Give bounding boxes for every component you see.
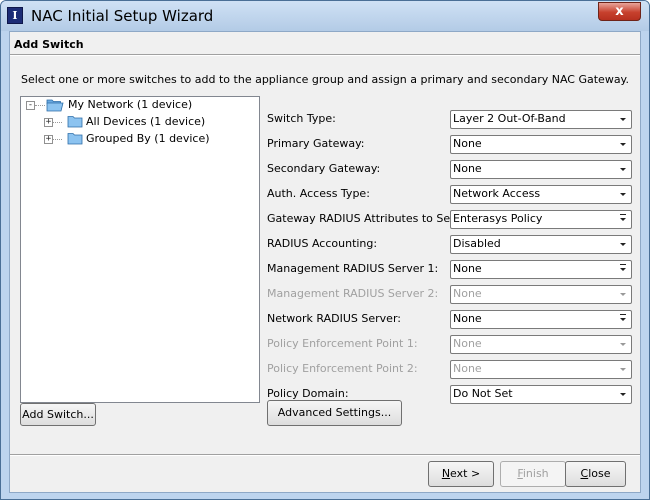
field-label: Secondary Gateway:	[267, 162, 381, 175]
collapse-icon[interactable]: -	[26, 101, 35, 110]
step-title: Add Switch	[14, 38, 84, 51]
dropdown-value: None	[453, 287, 482, 300]
open-folder-icon	[46, 99, 64, 112]
field-label: Policy Enforcement Point 1:	[267, 337, 418, 350]
field-label: Management RADIUS Server 2:	[267, 287, 439, 300]
dropdown-value: Layer 2 Out-Of-Band	[453, 112, 566, 125]
expand-icon[interactable]: +	[44, 118, 53, 127]
chevron-down-icon	[620, 343, 626, 346]
field-label: Gateway RADIUS Attributes to Send:	[267, 212, 468, 225]
field-dropdown[interactable]: Disabled	[450, 235, 632, 254]
field-dropdown[interactable]: None	[450, 360, 632, 379]
header-divider	[10, 54, 640, 56]
chevron-down-icon	[620, 143, 626, 146]
chevron-down-icon	[620, 168, 626, 171]
field-dropdown[interactable]: None	[450, 310, 632, 329]
dropdown-value: Do Not Set	[453, 387, 513, 400]
chevron-down-icon	[620, 293, 626, 296]
dropdown-value: None	[453, 362, 482, 375]
field-label: Network RADIUS Server:	[267, 312, 401, 325]
dropdown-value: Disabled	[453, 237, 501, 250]
chevron-down-icon	[620, 193, 626, 196]
dropdown-value: Network Access	[453, 187, 541, 200]
field-label: RADIUS Accounting:	[267, 237, 378, 250]
close-label: lose	[588, 467, 611, 480]
field-dropdown[interactable]: None	[450, 135, 632, 154]
dropdown-value: None	[453, 262, 482, 275]
next-mnemonic: N	[441, 467, 451, 480]
tree-node-label: My Network (1 device)	[68, 98, 193, 111]
close-button[interactable]: Close	[565, 461, 626, 487]
tree-node-label: Grouped By (1 device)	[86, 132, 210, 145]
field-dropdown[interactable]: None	[450, 260, 632, 279]
advanced-settings-button[interactable]: Advanced Settings...	[267, 400, 402, 426]
chevron-down-icon	[620, 314, 626, 321]
step-header: Add Switch	[10, 32, 640, 55]
next-button[interactable]: Next >	[428, 461, 494, 487]
field-label: Auth. Access Type:	[267, 187, 370, 200]
chevron-down-icon	[620, 368, 626, 371]
chevron-down-icon	[620, 214, 626, 221]
field-dropdown[interactable]: Do Not Set	[450, 385, 632, 404]
folder-icon	[67, 116, 83, 128]
field-dropdown[interactable]: Enterasys Policy	[450, 210, 632, 229]
wizard-panel: Add Switch Select one or more switches t…	[9, 31, 641, 493]
folder-icon	[67, 133, 83, 145]
network-tree[interactable]: - My Network (1 device) + All Devices (1…	[20, 96, 260, 403]
field-label: Primary Gateway:	[267, 137, 365, 150]
wizard-window: I NAC Initial Setup Wizard x Add Switch …	[0, 0, 650, 500]
dropdown-value: None	[453, 312, 482, 325]
field-dropdown[interactable]: None	[450, 160, 632, 179]
field-dropdown[interactable]: None	[450, 285, 632, 304]
chevron-down-icon	[620, 393, 626, 396]
chevron-down-icon	[620, 243, 626, 246]
tree-connector	[53, 122, 62, 123]
field-dropdown[interactable]: Network Access	[450, 185, 632, 204]
tree-connector	[53, 139, 62, 140]
footer-divider	[10, 454, 640, 456]
next-label: ext >	[450, 467, 481, 480]
window-title: NAC Initial Setup Wizard	[31, 7, 214, 25]
field-dropdown[interactable]: Layer 2 Out-Of-Band	[450, 110, 632, 129]
expand-icon[interactable]: +	[44, 135, 53, 144]
dropdown-value: Enterasys Policy	[453, 212, 543, 225]
dropdown-value: None	[453, 337, 482, 350]
instructions-text: Select one or more switches to add to th…	[21, 73, 629, 86]
finish-label: inish	[522, 467, 549, 480]
dropdown-value: None	[453, 162, 482, 175]
dropdown-value: None	[453, 137, 482, 150]
field-label: Switch Type:	[267, 112, 336, 125]
tree-node-label: All Devices (1 device)	[86, 115, 206, 128]
add-switch-button[interactable]: Add Switch...	[20, 403, 96, 426]
field-label: Policy Domain:	[267, 387, 349, 400]
chevron-down-icon	[620, 118, 626, 121]
tree-connector	[35, 105, 45, 106]
field-label: Policy Enforcement Point 2:	[267, 362, 418, 375]
field-label: Management RADIUS Server 1:	[267, 262, 439, 275]
field-dropdown[interactable]: None	[450, 335, 632, 354]
chevron-down-icon	[620, 264, 626, 271]
title-bar[interactable]: I NAC Initial Setup Wizard x	[1, 1, 649, 31]
finish-button[interactable]: Finish	[500, 461, 566, 487]
window-close-button[interactable]: x	[598, 2, 641, 21]
app-icon: I	[7, 7, 23, 24]
